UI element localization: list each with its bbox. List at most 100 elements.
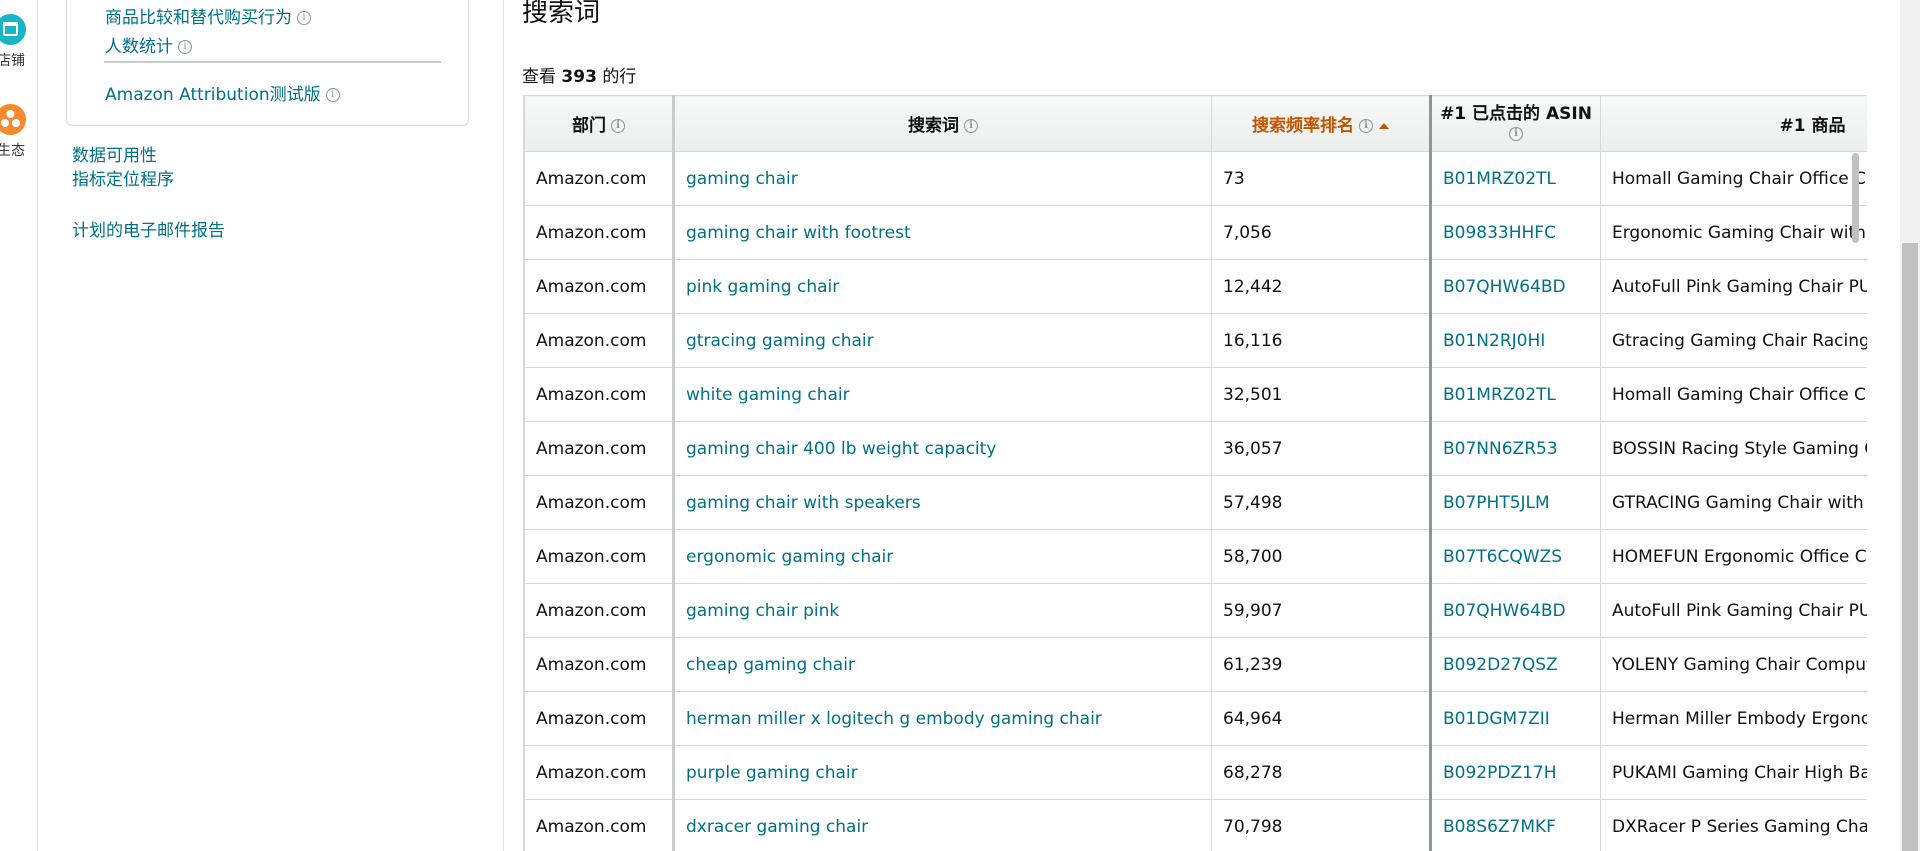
info-icon[interactable]: i [964,119,978,133]
sidebar-link-demographics[interactable]: 人数统计 i [105,32,192,57]
sidebar-link-amazon-attribution[interactable]: Amazon Attribution测试版 i [105,80,340,105]
table-scrollbar-thumb[interactable] [1852,153,1859,243]
cell-product-title: AutoFull Pink Gaming Chair PU Leather [1612,600,1867,621]
cell-search-term: gaming chair 400 lb weight capacity [672,421,1212,476]
cell-product-title: Herman Miller Embody Ergonomic Chair [1600,691,1867,746]
cell-search-frequency-rank: 12,442 [1211,259,1431,314]
column-header-top-clicked-asin[interactable]: #1 已点击的 ASIN i [1429,95,1601,152]
cell-asin-link[interactable]: B07NN6ZR53 [1443,439,1558,459]
cell-search-term-link[interactable]: ergonomic gaming chair [686,547,893,567]
cell-product-title: HOMEFUN Ergonomic Office Chair [1600,529,1867,584]
cell-asin-link[interactable]: B07PHT5JLM [1443,493,1550,513]
cell-asin: B08S6Z7MKF [1429,799,1601,851]
cell-search-term: gaming chair [672,151,1212,206]
cell-asin-link[interactable]: B092D27QSZ [1443,655,1558,675]
sidebar-link-label: Amazon Attribution测试版 [105,85,321,105]
column-header-department[interactable]: 部门 i [524,95,674,152]
cell-department: Amazon.com [536,708,647,729]
cell-search-term-link[interactable]: gaming chair [686,169,798,189]
row-count-value: 393 [561,67,597,87]
cell-asin: B07PHT5JLM [1429,475,1601,530]
cell-asin-link[interactable]: B01MRZ02TL [1443,385,1556,405]
column-header-search-frequency-rank[interactable]: 搜索频率排名 i [1211,95,1431,152]
cell-department: Amazon.com [524,151,674,206]
cell-search-frequency-rank: 7,056 [1211,205,1431,260]
cell-department: Amazon.com [524,529,674,584]
sidebar-link-data-availability[interactable]: 数据可用性 [72,141,157,166]
cell-search-term-link[interactable]: gaming chair with speakers [686,493,921,513]
table-row: Amazon.com gaming chair with speakers 57,4… [524,475,1867,530]
cell-department: Amazon.com [524,313,674,368]
sidebar-report-box: 商品比较和替代购买行为 i 人数统计 i Amazon Attribution测试版… [66,0,469,126]
sidebar-link-scheduled-email-reports[interactable]: 计划的电子邮件报告 [72,216,225,241]
column-header-label: 搜索频率排名 [1252,116,1354,136]
cell-asin-link[interactable]: B01MRZ02TL [1443,169,1556,189]
info-icon[interactable]: i [611,119,625,133]
cell-search-frequency-rank: 36,057 [1223,438,1283,459]
cell-asin-link[interactable]: B092PDZ17H [1443,763,1557,783]
cell-department: Amazon.com [536,762,647,783]
cell-asin: B092PDZ17H [1429,745,1601,800]
cell-search-term-link[interactable]: herman miller x logitech g embody gaming… [686,709,1102,729]
cell-search-term: cheap gaming chair [672,637,1212,692]
cell-asin-link[interactable]: B09833HHFC [1443,223,1556,243]
cell-search-term-link[interactable]: purple gaming chair [686,763,858,783]
cell-product-title: Homall Gaming Chair Office Chair High Ba… [1612,168,1867,189]
cell-asin: B01MRZ02TL [1429,151,1601,206]
cell-department: Amazon.com [524,583,674,638]
cell-search-term-link[interactable]: gaming chair pink [686,601,839,621]
table-row: Amazon.com gaming chair with footrest 7,05… [524,205,1867,260]
cell-asin: B092D27QSZ [1429,637,1601,692]
cell-asin: B07T6CQWZS [1429,529,1601,584]
page-scrollbar[interactable] [1900,0,1920,851]
cell-search-frequency-rank: 64,964 [1223,708,1283,729]
cell-asin-link[interactable]: B08S6Z7MKF [1443,817,1556,837]
column-header-label: #1 已点击的 ASIN [1440,103,1592,124]
info-icon[interactable]: i [178,40,192,54]
cell-search-frequency-rank: 57,498 [1223,492,1283,513]
cell-asin-link[interactable]: B07QHW64BD [1443,277,1566,297]
cell-search-term-link[interactable]: dxracer gaming chair [686,817,868,837]
rail-label-store: 店铺 [0,53,25,69]
info-icon[interactable]: i [1359,119,1373,133]
column-header-label: 搜索词 [908,116,959,136]
column-header-top-product[interactable]: #1 商品 [1600,95,1867,152]
cell-search-frequency-rank: 73 [1223,168,1245,189]
store-icon [0,14,26,45]
cell-search-term-link[interactable]: cheap gaming chair [686,655,855,675]
cell-search-term-link[interactable]: gtracing gaming chair [686,331,874,351]
cell-search-term-link[interactable]: pink gaming chair [686,277,839,297]
column-header-search-term[interactable]: 搜索词 i [672,95,1212,152]
cell-product-title: PUKAMI Gaming Chair High Back [1612,762,1867,783]
page-scrollbar-thumb[interactable] [1902,243,1918,851]
cell-search-term-link[interactable]: gaming chair 400 lb weight capacity [686,439,996,459]
sidebar-link-metrics-glossary[interactable]: 指标定位程序 [72,165,174,190]
search-terms-table-wrap[interactable]: 部门 i 搜索词 i 搜索频率排名 i #1 已点击的 ASIN i #1 商品 Ama… [523,95,1867,851]
cell-search-frequency-rank: 70,798 [1223,816,1283,837]
table-row: Amazon.com gaming chair pink 59,907 B07QHW6… [524,583,1867,638]
table-row: Amazon.com cheap gaming chair 61,239 B092D2… [524,637,1867,692]
cell-department: Amazon.com [524,637,674,692]
cell-product-title: Homall Gaming Chair Office Chair High Ba… [1600,367,1867,422]
info-icon[interactable]: i [297,11,311,25]
cell-product-title: AutoFull Pink Gaming Chair PU Leather [1612,276,1867,297]
cell-asin-link[interactable]: B01DGM7ZII [1443,709,1550,729]
table-row: Amazon.com gaming chair 73 B01MRZ02TL Homall… [524,151,1867,206]
sidebar-link-product-comparison[interactable]: 商品比较和替代购买行为 i [105,3,311,28]
cell-asin-link[interactable]: B07QHW64BD [1443,601,1566,621]
cell-search-frequency-rank: 68,278 [1223,762,1283,783]
column-header-label: #1 商品 [1779,116,1846,136]
info-icon[interactable]: i [1509,126,1523,141]
cell-search-frequency-rank: 73 [1211,151,1431,206]
cell-search-term-link[interactable]: gaming chair with footrest [686,223,911,243]
cell-search-frequency-rank: 16,116 [1211,313,1431,368]
info-icon[interactable]: i [325,88,340,102]
main-content: 搜索词 查看 393 的行 部门 i 搜索词 i 搜索频率排名 i #1 已点击的 A… [504,0,1900,851]
row-count-prefix: 查看 [522,67,556,87]
cell-asin-link[interactable]: B07T6CQWZS [1443,547,1562,567]
cell-search-term-link[interactable]: white gaming chair [686,385,850,405]
table-row: Amazon.com dxracer gaming chair 70,798 B08S… [524,799,1867,851]
cell-search-frequency-rank: 58,700 [1223,546,1283,567]
cell-asin-link[interactable]: B01N2RJ0HI [1443,331,1545,351]
cell-search-frequency-rank: 58,700 [1211,529,1431,584]
